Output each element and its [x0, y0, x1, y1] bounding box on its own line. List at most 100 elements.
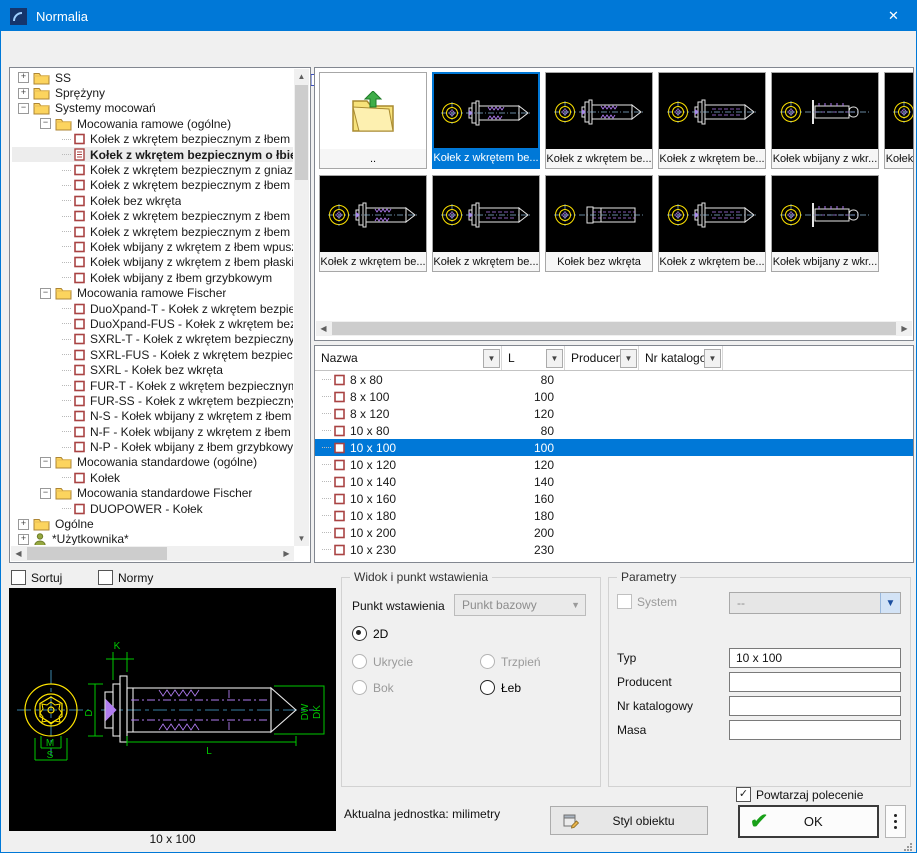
tree-item[interactable]: Kołek z wkrętem bezpiecznym z łbem wpusz… [12, 132, 293, 147]
size-row[interactable]: 10 x 200200 [315, 524, 913, 541]
checkbox-box[interactable] [98, 570, 113, 585]
tree-item[interactable]: SXRL-FUS - Kołek z wkrętem bezpiecznym z [12, 347, 293, 362]
thumbnail-tile[interactable]: Kołek wbijany z wkr... [771, 175, 879, 272]
size-row[interactable]: 8 x 8080 [315, 371, 913, 388]
tree-item[interactable]: Kołek wbijany z łbem grzybkowym [12, 270, 293, 285]
tree-item[interactable]: Kołek z wkrętem bezpiecznym o łbie s [12, 147, 293, 162]
repeat-command-checkbox[interactable]: ✓ Powtarzaj polecenie [736, 787, 863, 802]
gallery-horizontal-scrollbar[interactable]: ◀ ▶ [316, 321, 912, 336]
sortuj-checkbox[interactable]: Sortuj [11, 570, 62, 585]
object-style-button[interactable]: Styl obiektu [550, 806, 708, 835]
tree-item[interactable]: N-P - Kołek wbijany z łbem grzybkowym [12, 439, 293, 454]
thumbnail-tile[interactable]: Kołek z wkrętem be... [658, 72, 766, 169]
collapse-icon[interactable]: − [40, 288, 51, 299]
radio-circle-icon[interactable] [480, 680, 495, 695]
thumbnail-tile[interactable]: .. [319, 72, 427, 169]
thumbnail-tile[interactable]: Kołek bez wkręta [545, 175, 653, 272]
close-button[interactable]: ✕ [871, 1, 916, 31]
size-row[interactable]: 10 x 8080 [315, 422, 913, 439]
part-square-icon [74, 395, 85, 407]
field-input-producent[interactable] [729, 672, 901, 692]
field-input-masa[interactable] [729, 720, 901, 740]
dim-label-dk: DK [312, 705, 323, 719]
more-options-button[interactable] [885, 805, 906, 838]
field-input-typ[interactable]: 10 x 100 [729, 648, 901, 668]
tree-item[interactable]: Kołek wbijany z wkrętem z łbem wpuszczan… [12, 239, 293, 254]
insertion-point-select: Punkt bazowy ▼ [454, 594, 586, 616]
tree-item[interactable]: −Mocowania ramowe Fischer [12, 285, 293, 300]
tree-item[interactable]: N-S - Kołek wbijany z wkrętem z łbem wpu… [12, 409, 293, 424]
thumbnail-tile[interactable]: Kołek z wkrętem be... [319, 175, 427, 272]
tree-item[interactable]: +SS [12, 70, 293, 85]
tree-item[interactable]: Kołek z wkrętem bezpiecznym z łbem sześc… [12, 178, 293, 193]
tree-item[interactable]: −Mocowania ramowe (ogólne) [12, 116, 293, 131]
tree-item[interactable]: +*Użytkownika* [12, 532, 293, 545]
tree-item[interactable]: Kołek wbijany z wkrętem z łbem płaskim [12, 255, 293, 270]
tree-item[interactable]: +Sprężyny [12, 85, 293, 100]
thumbnail-tile[interactable]: Kołek z wkrętem be... [432, 72, 540, 169]
collapse-icon[interactable]: − [40, 488, 51, 499]
tree-item[interactable]: SXRL - Kołek bez wkręta [12, 362, 293, 377]
parameters-group: Parametry System -- ▼ Typ10 x 100Produce… [608, 577, 911, 787]
checkbox-box[interactable]: ✓ [736, 787, 751, 802]
expand-icon[interactable]: + [18, 519, 29, 530]
thumbnail-tile[interactable]: Kołek z wkrętem be... [658, 175, 766, 272]
radio-label: Łeb [501, 681, 521, 695]
tree-item[interactable]: DuoXpand-T - Kołek z wkrętem bezpiecznym [12, 301, 293, 316]
filter-dropdown-icon[interactable]: ▼ [546, 349, 563, 368]
size-row[interactable]: 10 x 120120 [315, 456, 913, 473]
ok-button[interactable]: ✔ OK [738, 805, 879, 838]
filter-dropdown-icon[interactable]: ▼ [483, 349, 500, 368]
tree-item[interactable]: Kołek z wkrętem bezpiecznym z łbem wpusz [12, 209, 293, 224]
normy-checkbox[interactable]: Normy [98, 570, 153, 585]
size-row[interactable]: 10 x 160160 [315, 490, 913, 507]
size-row[interactable]: 10 x 180180 [315, 507, 913, 524]
tree-item[interactable]: DUOPOWER - Kołek [12, 501, 293, 516]
size-row[interactable]: 8 x 120120 [315, 405, 913, 422]
tree-item[interactable]: FUR-SS - Kołek z wkrętem bezpiecznym z ł… [12, 393, 293, 408]
checkbox-box[interactable] [11, 570, 26, 585]
resize-grip[interactable] [903, 839, 913, 849]
radio-2d[interactable]: 2D [352, 626, 388, 641]
size-row[interactable]: 10 x 100100 [315, 439, 913, 456]
filter-dropdown-icon[interactable]: ▼ [704, 349, 721, 368]
expand-icon[interactable]: + [18, 88, 29, 99]
radio-łeb[interactable]: Łeb [480, 680, 521, 695]
tree-item[interactable]: Kołek [12, 470, 293, 485]
folder-icon [33, 86, 50, 100]
expand-icon[interactable]: + [18, 534, 29, 545]
thumbnail-tile[interactable]: Kołek wbijany z wkr... [884, 72, 914, 169]
filter-dropdown-icon[interactable]: ▼ [620, 349, 637, 368]
tree-item[interactable]: FUR-T - Kołek z wkrętem bezpiecznym z łb… [12, 378, 293, 393]
tree-vertical-scrollbar[interactable]: ▲ ▼ [294, 69, 309, 546]
column-header-nazwa[interactable]: Nazwa [315, 346, 502, 370]
tree-item[interactable]: Kołek bez wkręta [12, 193, 293, 208]
part-square-icon [74, 426, 85, 438]
tree-connector [322, 532, 331, 533]
tree-item[interactable]: N-F - Kołek wbijany z wkrętem z łbem pła… [12, 424, 293, 439]
thumbnail-tile[interactable]: Kołek z wkrętem be... [432, 175, 540, 272]
tree-item[interactable]: −Mocowania standardowe Fischer [12, 486, 293, 501]
size-row[interactable]: 10 x 230230 [315, 541, 913, 558]
thumbnail-tile[interactable]: Kołek wbijany z wkr... [771, 72, 879, 169]
tree-item[interactable]: Kołek z wkrętem bezpiecznym z gniazdem n… [12, 162, 293, 177]
tree-item[interactable]: SXRL-T - Kołek z wkrętem bezpiecznym z g… [12, 332, 293, 347]
tree-item[interactable]: DuoXpand-FUS - Kołek z wkrętem bezpieczn [12, 316, 293, 331]
collapse-icon[interactable]: − [40, 118, 51, 129]
thumbnail-tile[interactable]: Kołek z wkrętem be... [545, 72, 653, 169]
size-row[interactable]: 10 x 140140 [315, 473, 913, 490]
tree-item[interactable]: −Systemy mocowań [12, 101, 293, 116]
expand-icon[interactable]: + [18, 72, 29, 83]
collapse-icon[interactable]: − [18, 103, 29, 114]
tree-item[interactable]: +Ogólne [12, 516, 293, 531]
tree-horizontal-scrollbar[interactable]: ◀ ▶ [11, 546, 294, 561]
field-input-nr-katalogowy[interactable] [729, 696, 901, 716]
tree-item-label: Mocowania standardowe (ogólne) [77, 455, 257, 469]
tree-item[interactable]: − Mocowania standardowe (ogólne) [12, 455, 293, 470]
thumbnail-label: Kołek z wkrętem be... [434, 148, 538, 167]
tree-item[interactable]: Kołek z wkrętem bezpiecznym z łbem sześc… [12, 224, 293, 239]
radio-circle-icon[interactable] [352, 626, 367, 641]
collapse-icon[interactable]: − [40, 457, 51, 468]
size-row[interactable]: 8 x 100100 [315, 388, 913, 405]
radio-circle-icon [352, 654, 367, 669]
